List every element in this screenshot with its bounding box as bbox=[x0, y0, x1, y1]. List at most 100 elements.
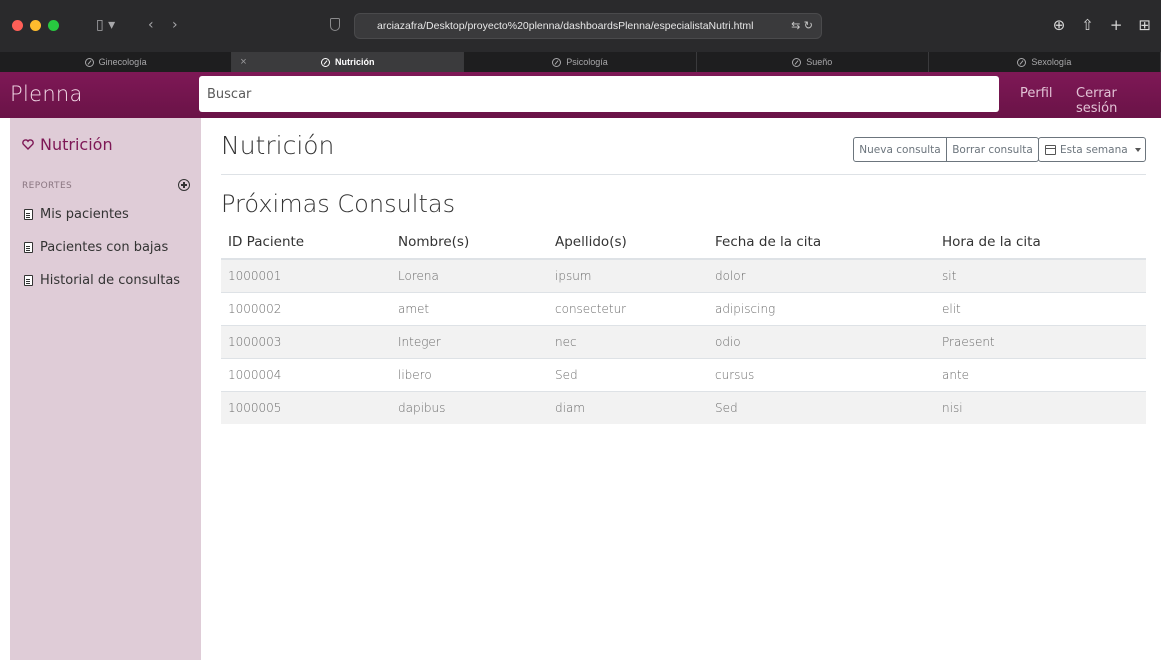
url-text[interactable]: arciazafra/Desktop/proyecto%20plenna/das… bbox=[377, 14, 777, 38]
table-cell: 1000001 bbox=[221, 258, 391, 292]
close-tab-icon[interactable]: × bbox=[240, 56, 246, 68]
tab-nutricion[interactable]: × Nutrición bbox=[232, 52, 465, 72]
column-header: Nombre(s) bbox=[391, 225, 548, 260]
document-icon bbox=[24, 275, 33, 286]
window-controls bbox=[12, 20, 59, 31]
table-cell: libero bbox=[391, 357, 548, 391]
table-row[interactable]: 1000001 Lorena ipsum dolor sit bbox=[221, 258, 1146, 292]
browser-toolbar: ▯ ▾ ‹ › arciazafra/Desktop/proyecto%20pl… bbox=[0, 0, 1161, 52]
toolbar-actions: ⊕ ⇧ + ⊞ bbox=[1053, 13, 1151, 37]
tab-label: Psicología bbox=[566, 57, 608, 67]
app-navbar: Plenna Perfil Cerrar sesión bbox=[0, 72, 1161, 118]
profile-link[interactable]: Perfil bbox=[1020, 86, 1053, 101]
tab-label: Sueño bbox=[806, 57, 833, 67]
privacy-shield-icon[interactable] bbox=[330, 18, 340, 31]
translate-reload-icon[interactable]: ⇆ ↻ bbox=[791, 14, 813, 38]
downloads-icon[interactable]: ⊕ bbox=[1053, 13, 1066, 37]
document-icon bbox=[24, 209, 33, 220]
sidebar-item-label: Historial de consultas bbox=[40, 273, 181, 288]
tab-psicologia[interactable]: Psicología bbox=[464, 52, 697, 72]
table-cell: Praesent bbox=[935, 324, 1146, 358]
add-report-icon[interactable] bbox=[178, 179, 190, 191]
table-cell: sit bbox=[935, 258, 1146, 292]
column-header: Fecha de la cita bbox=[708, 225, 935, 260]
tab-sexologia[interactable]: Sexología bbox=[929, 52, 1161, 72]
table-cell: adipiscing bbox=[708, 291, 935, 325]
period-dropdown[interactable]: Esta semana bbox=[1038, 137, 1146, 162]
table-cell: odio bbox=[708, 324, 935, 358]
table-cell: Sed bbox=[548, 357, 708, 391]
reports-heading: REPORTES bbox=[22, 181, 73, 191]
divider bbox=[221, 174, 1146, 175]
brand-logo[interactable]: Plenna bbox=[10, 82, 83, 106]
tab-label: Nutrición bbox=[335, 57, 375, 67]
column-header: Apellido(s) bbox=[548, 225, 708, 260]
tab-bar: Ginecología × Nutrición Psicología Sueño … bbox=[0, 52, 1161, 72]
table-header-row: ID Paciente Nombre(s) Apellido(s) Fecha … bbox=[221, 225, 1146, 260]
table-cell: Sed bbox=[708, 390, 935, 424]
column-header: ID Paciente bbox=[221, 225, 391, 260]
table-row[interactable]: 1000002 amet consectetur adipiscing elit bbox=[221, 291, 1146, 325]
search-input[interactable] bbox=[199, 76, 999, 112]
compass-icon bbox=[792, 57, 802, 67]
table-row[interactable]: 1000003 Integer nec odio Praesent bbox=[221, 324, 1146, 358]
table-cell: Integer bbox=[391, 324, 548, 358]
table-cell: nec bbox=[548, 324, 708, 358]
close-window-button[interactable] bbox=[12, 20, 23, 31]
new-consultation-button[interactable]: Nueva consulta bbox=[853, 137, 947, 162]
sidebar-item-nutricion[interactable]: Nutrición bbox=[22, 135, 113, 154]
table-cell: consectetur bbox=[548, 291, 708, 325]
table-cell: dapibus bbox=[391, 390, 548, 424]
sidebar-item-label: Pacientes con bajas bbox=[40, 240, 169, 255]
table-cell: dolor bbox=[708, 258, 935, 292]
sidebar-item-label: Mis pacientes bbox=[40, 207, 129, 222]
appointments-table: ID Paciente Nombre(s) Apellido(s) Fecha … bbox=[221, 225, 1146, 424]
compass-icon bbox=[1017, 57, 1027, 67]
table-cell: 1000003 bbox=[221, 324, 391, 358]
calendar-icon bbox=[1045, 144, 1056, 155]
document-icon bbox=[24, 242, 33, 253]
minimize-window-button[interactable] bbox=[30, 20, 41, 31]
delete-consultation-button[interactable]: Borrar consulta bbox=[947, 137, 1039, 162]
table-row[interactable]: 1000004 libero Sed cursus ante bbox=[221, 357, 1146, 391]
heart-icon bbox=[22, 139, 34, 150]
tab-sueno[interactable]: Sueño bbox=[697, 52, 929, 72]
table-cell: Lorena bbox=[391, 258, 548, 292]
sidebar-toggle-icon[interactable]: ▯ ▾ bbox=[96, 13, 115, 37]
table-cell: cursus bbox=[708, 357, 935, 391]
table-cell: nisi bbox=[935, 390, 1146, 424]
period-label: Esta semana bbox=[1060, 143, 1128, 156]
share-icon[interactable]: ⇧ bbox=[1081, 13, 1094, 37]
section-title: Próximas Consultas bbox=[221, 190, 456, 218]
consulta-button-group: Nueva consulta Borrar consulta bbox=[853, 137, 1039, 162]
table-cell: elit bbox=[935, 291, 1146, 325]
tab-label: Sexología bbox=[1031, 57, 1072, 67]
compass-icon bbox=[321, 57, 331, 67]
forward-icon[interactable]: › bbox=[172, 13, 178, 37]
table-cell: ante bbox=[935, 357, 1146, 391]
zoom-window-button[interactable] bbox=[48, 20, 59, 31]
sidebar-item-mis-pacientes[interactable]: Mis pacientes bbox=[24, 207, 129, 222]
table-cell: 1000005 bbox=[221, 390, 391, 424]
sidebar-item-pacientes-con-bajas[interactable]: Pacientes con bajas bbox=[24, 240, 168, 255]
back-icon[interactable]: ‹ bbox=[148, 13, 154, 37]
table-cell: 1000002 bbox=[221, 291, 391, 325]
logout-link[interactable]: Cerrar sesión bbox=[1076, 86, 1161, 116]
tab-label: Ginecología bbox=[98, 57, 147, 67]
tab-overview-icon[interactable]: ⊞ bbox=[1138, 13, 1151, 37]
table-cell: amet bbox=[391, 291, 548, 325]
table-cell: diam bbox=[548, 390, 708, 424]
address-bar[interactable]: arciazafra/Desktop/proyecto%20plenna/das… bbox=[354, 13, 822, 39]
caret-down-icon bbox=[1134, 147, 1141, 152]
new-tab-icon[interactable]: + bbox=[1110, 13, 1123, 37]
sidebar-item-label: Nutrición bbox=[40, 135, 113, 154]
tab-ginecologia[interactable]: Ginecología bbox=[0, 52, 233, 72]
table-cell: ipsum bbox=[548, 258, 708, 292]
compass-icon bbox=[552, 57, 562, 67]
title-bar: ▯ ▾ ‹ › arciazafra/Desktop/proyecto%20pl… bbox=[0, 0, 1161, 52]
table-cell: 1000004 bbox=[221, 357, 391, 391]
page-title: Nutrición bbox=[221, 131, 335, 160]
sidebar-item-historial-de-consultas[interactable]: Historial de consultas bbox=[24, 273, 180, 288]
table-row[interactable]: 1000005 dapibus diam Sed nisi bbox=[221, 390, 1146, 424]
sidebar: Nutrición REPORTES Mis pacientes Pacient… bbox=[10, 118, 201, 660]
